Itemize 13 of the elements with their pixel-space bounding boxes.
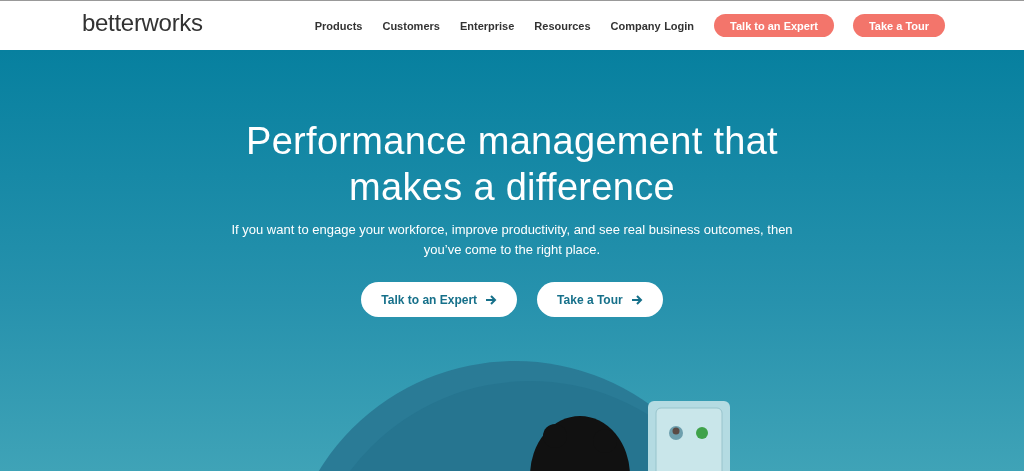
nav-link[interactable]: Customers (382, 19, 440, 32)
hero-subtitle: If you want to engage your workforce, improve productivity, and see real business outcomes, then you’ve come to the right place. (230, 221, 794, 259)
nav-link[interactable]: Resources (534, 19, 591, 32)
arrow-right-icon (485, 293, 498, 306)
logo[interactable]: betterworks (82, 8, 203, 37)
arrow-right-icon (630, 293, 643, 306)
nav-link[interactable]: Enterprise (459, 19, 515, 32)
cta-button[interactable]: Talk to an Expert (361, 282, 518, 317)
hero-title: Performance management that makes a difference (245, 119, 779, 210)
cta-button[interactable]: Take a Tour (537, 282, 663, 317)
nav-link[interactable]: Products (314, 19, 363, 32)
login-link[interactable]: Login (664, 19, 695, 32)
nav-link[interactable]: Company (610, 19, 661, 32)
